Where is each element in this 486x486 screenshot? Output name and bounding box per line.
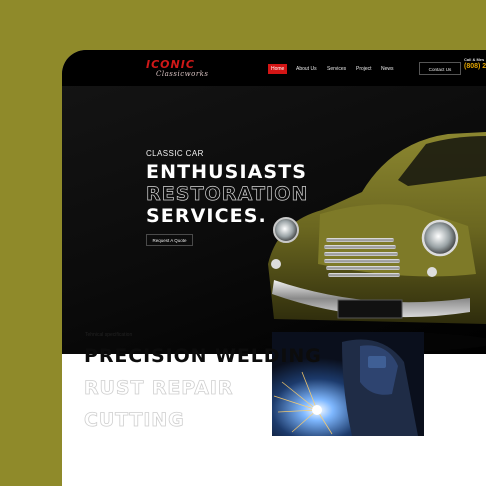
nav-item-services[interactable]: Services: [324, 64, 349, 74]
hero-heading-line-3: SERVICES.: [146, 205, 267, 227]
call-info[interactable]: Call & Mes (808) 2: [464, 57, 486, 71]
hero-heading-line-2: RESTORATION: [146, 183, 309, 206]
hero-subtitle: CLASSIC CAR: [146, 149, 204, 158]
service-heading-3: CUTTING: [84, 409, 185, 432]
phone-number: (808) 2: [464, 63, 486, 70]
hero-section: ICONIC Classicworks Home About Us Servic…: [62, 50, 486, 354]
service-heading-1: PRECISION WELDING: [84, 345, 322, 367]
service-heading-2: RUST REPAIR: [84, 377, 234, 400]
technical-spec-label: Tehnical specification: [85, 332, 133, 338]
logo-wordmark: ICONIC: [146, 58, 195, 71]
nav-item-about-us[interactable]: About Us: [293, 64, 320, 74]
logo-script: Classicworks: [156, 70, 209, 78]
brand-logo[interactable]: ICONIC Classicworks: [146, 59, 209, 78]
nav-item-home[interactable]: Home: [268, 64, 288, 74]
contact-us-button[interactable]: Contact Us: [419, 62, 461, 75]
nav-item-news[interactable]: News: [378, 64, 397, 74]
hero-heading-line-1: ENTHUSIASTS: [146, 161, 308, 183]
classic-car-image: [258, 132, 486, 352]
request-quote-button[interactable]: Request A Quote: [146, 234, 193, 246]
nav-item-project[interactable]: Project: [353, 64, 375, 74]
top-navbar: ICONIC Classicworks Home About Us Servic…: [62, 50, 486, 86]
